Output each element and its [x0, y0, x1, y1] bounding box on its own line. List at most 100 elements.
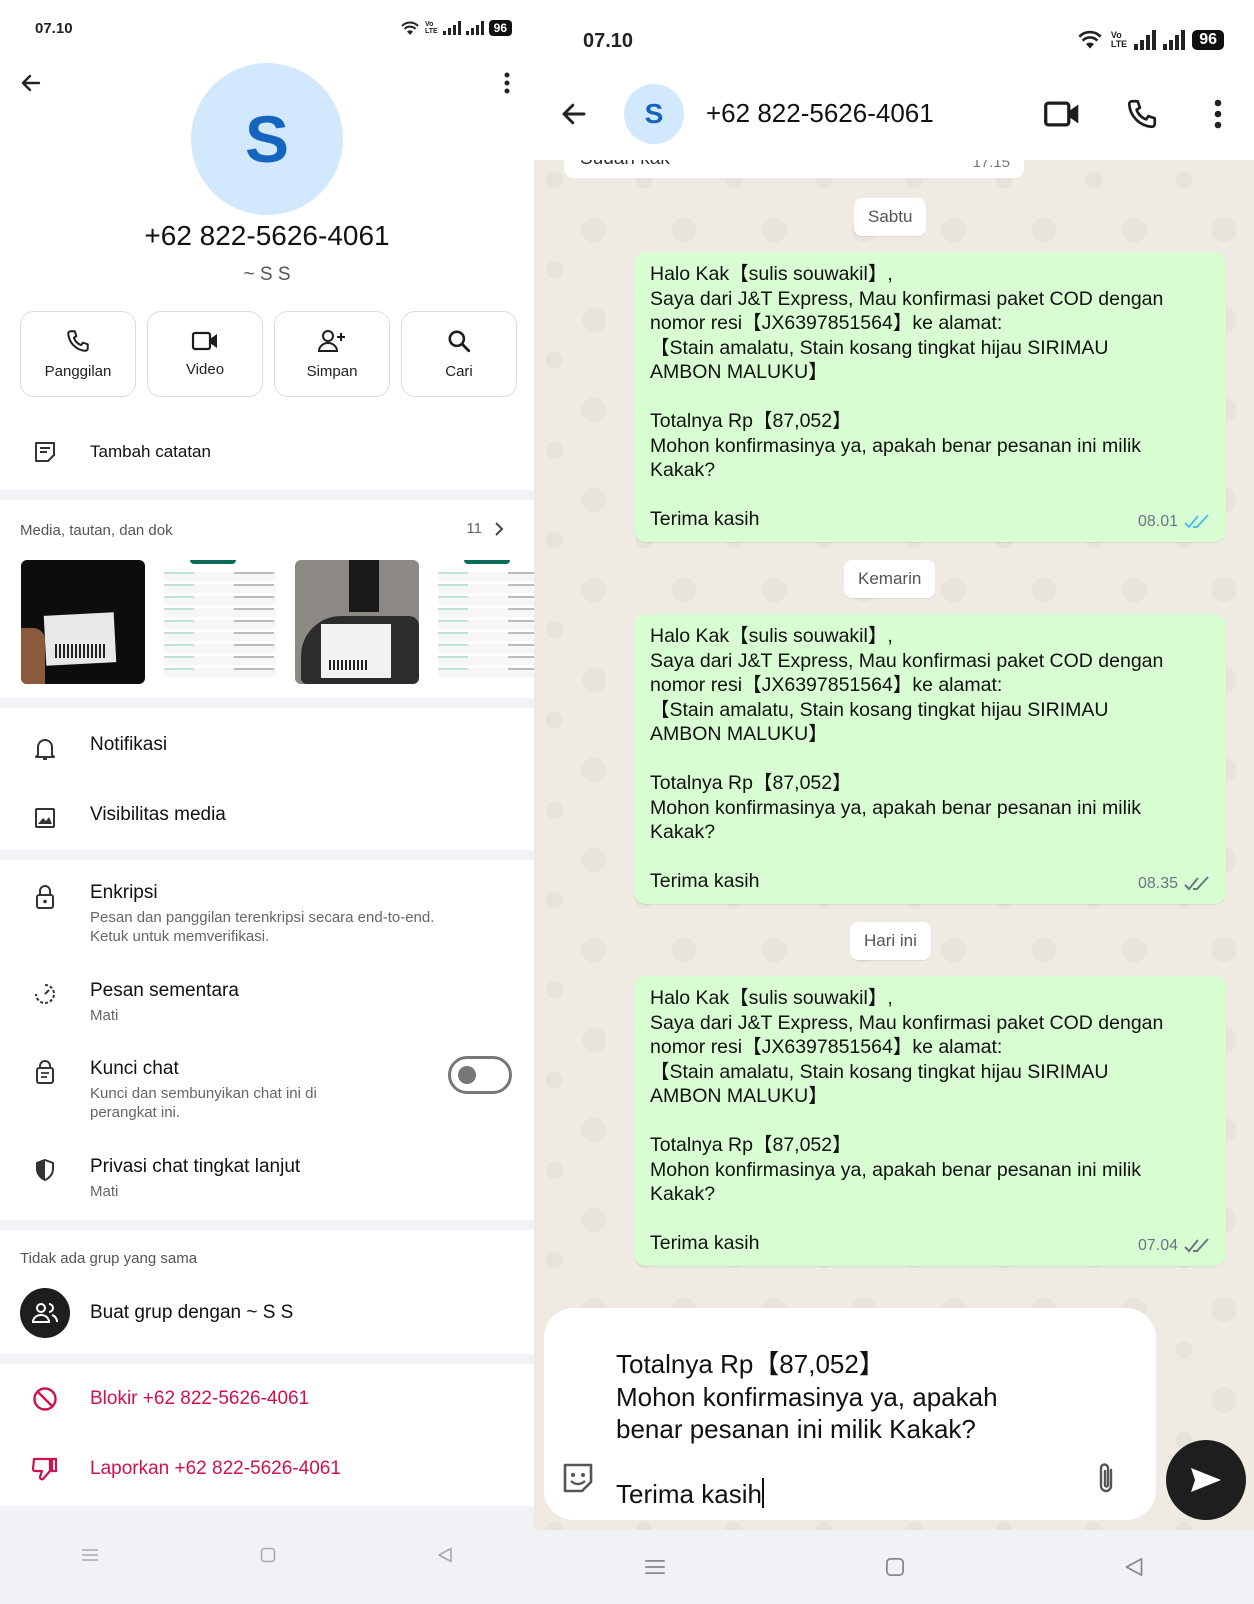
wifi-icon: [401, 21, 419, 35]
status-time: 07.10: [35, 20, 73, 37]
previous-message-bubble[interactable]: Sudah kak 17.15: [564, 160, 1024, 178]
home-nav-icon[interactable]: [885, 1557, 905, 1577]
system-nav-buttons: [534, 1530, 1254, 1604]
back-button[interactable]: [14, 66, 48, 100]
search-action-button[interactable]: Cari: [401, 311, 517, 397]
chat-screen: 07.10 Vo LTE 96 S +62 822-5626-4061 17.1…: [534, 0, 1254, 1604]
recents-nav-icon[interactable]: [81, 1548, 99, 1562]
disappearing-messages-row[interactable]: Pesan sementara Mati: [0, 980, 534, 1025]
advanced-privacy-status: Mati: [90, 1183, 119, 1200]
media-thumbnail[interactable]: [295, 560, 419, 684]
chat-contact-name[interactable]: +62 822-5626-4061: [706, 98, 934, 129]
advanced-privacy-title: Privasi chat tingkat lanjut: [90, 1156, 301, 1177]
send-button[interactable]: [1166, 1440, 1246, 1520]
notifications-row[interactable]: Notifikasi: [0, 734, 534, 762]
screenshot-root: 07.10 Vo LTE 96 S +62 822-5626-4061 ~ S S: [0, 0, 1254, 1604]
media-thumbnails: [21, 560, 534, 684]
danger-section: Blokir +62 822-5626-4061 Laporkan +62 82…: [0, 1364, 534, 1506]
add-contact-icon: [317, 330, 345, 352]
delivered-ticks-icon: [1184, 876, 1209, 891]
back-nav-icon[interactable]: [1124, 1557, 1144, 1577]
media-thumbnail[interactable]: [432, 560, 534, 684]
create-group-row[interactable]: Buat grup dengan ~ S S: [20, 1288, 293, 1338]
message-meta: 08.35: [1138, 872, 1212, 897]
draft-text: Totalnya Rp【87,052】 Mohon konfirmasinya …: [616, 1349, 998, 1509]
voice-call-button[interactable]: [1122, 94, 1162, 134]
chat-avatar[interactable]: S: [624, 84, 684, 144]
back-nav-icon[interactable]: [437, 1547, 453, 1563]
bell-icon: [35, 739, 55, 760]
sticker-icon: [563, 1463, 593, 1493]
contact-info-screen: 07.10 Vo LTE 96 S +62 822-5626-4061 ~ S S: [0, 0, 534, 1604]
chat-header: S +62 822-5626-4061: [534, 76, 1254, 160]
block-contact-row[interactable]: Blokir +62 822-5626-4061: [0, 1386, 534, 1412]
thumbs-down-icon: [31, 1457, 58, 1481]
media-visibility-row[interactable]: Visibilitas media: [0, 804, 534, 830]
shield-icon: [36, 1158, 54, 1182]
more-options-button[interactable]: [1200, 94, 1236, 134]
media-see-all[interactable]: 11: [466, 520, 504, 537]
message-text: Halo Kak【sulis souwakil】, Saya dari J&T …: [650, 263, 1164, 530]
add-note-row[interactable]: Tambah catatan: [0, 414, 534, 490]
groups-section: Tidak ada grup yang sama Buat grup denga…: [0, 1230, 534, 1354]
message-text: Halo Kak【sulis souwakil】, Saya dari J&T …: [650, 987, 1164, 1254]
signal-2-icon: [465, 21, 484, 35]
outgoing-message-bubble[interactable]: Halo Kak【sulis souwakil】, Saya dari J&T …: [634, 976, 1226, 1266]
recents-nav-icon[interactable]: [644, 1558, 666, 1576]
lock-icon: [36, 885, 54, 909]
outgoing-message-bubble[interactable]: Halo Kak【sulis souwakil】, Saya dari J&T …: [634, 252, 1226, 542]
disappearing-status: Mati: [90, 1007, 119, 1024]
home-nav-icon[interactable]: [260, 1547, 276, 1563]
media-thumbnail[interactable]: [21, 560, 145, 684]
more-options-button[interactable]: [490, 66, 524, 100]
video-action-label: Video: [185, 361, 225, 378]
call-action-label: Panggilan: [44, 363, 112, 380]
report-contact-row[interactable]: Laporkan +62 822-5626-4061: [0, 1456, 534, 1482]
message-input[interactable]: Totalnya Rp【87,052】 Mohon konfirmasinya …: [616, 1348, 998, 1511]
disappearing-title: Pesan sementara: [90, 980, 239, 1001]
notification-section: Notifikasi Visibilitas media: [0, 708, 534, 850]
report-contact-label: Laporkan +62 822-5626-4061: [90, 1458, 341, 1479]
message-time: 08.01: [1137, 512, 1178, 530]
encryption-title: Enkripsi: [90, 882, 158, 903]
attach-button[interactable]: [1086, 1458, 1126, 1498]
date-divider: Kemarin: [844, 560, 936, 598]
save-contact-label: Simpan: [306, 363, 358, 380]
outgoing-message-bubble[interactable]: Halo Kak【sulis souwakil】, Saya dari J&T …: [634, 614, 1226, 904]
call-action-button[interactable]: Panggilan: [20, 311, 136, 397]
search-icon: [448, 330, 471, 353]
wifi-icon: [1078, 30, 1102, 49]
chat-lock-icon: [36, 1060, 54, 1084]
date-divider: Hari ini: [850, 922, 931, 960]
message-composer[interactable]: Totalnya Rp【87,052】 Mohon konfirmasinya …: [544, 1308, 1156, 1520]
media-visibility-label: Visibilitas media: [90, 804, 226, 825]
text-caret: [761, 1478, 764, 1508]
groups-heading: Tidak ada grup yang sama: [20, 1250, 198, 1267]
media-thumbnail[interactable]: [158, 560, 282, 684]
volte-icon: Vo LTE: [424, 21, 438, 35]
message-meta: 08.01: [1138, 510, 1212, 535]
signal-1-icon: [1134, 30, 1157, 50]
signal-2-icon: [1163, 30, 1186, 50]
encryption-subtitle: Pesan dan panggilan terenkripsi secara e…: [90, 909, 435, 945]
volte-icon: Vo LTE: [1110, 30, 1128, 49]
video-call-button[interactable]: [1042, 94, 1082, 134]
signal-1-icon: [442, 21, 461, 35]
add-note-label: Tambah catatan: [90, 442, 211, 461]
sticker-button[interactable]: [558, 1458, 598, 1498]
phone-icon: [1127, 99, 1157, 129]
message-time: 08.35: [1137, 874, 1178, 892]
advanced-privacy-row[interactable]: Privasi chat tingkat lanjut Mati: [0, 1156, 534, 1201]
video-icon: [1044, 101, 1079, 127]
back-button[interactable]: [554, 94, 594, 134]
save-contact-button[interactable]: Simpan: [274, 311, 390, 397]
image-icon: [35, 808, 55, 828]
timer-icon: [35, 984, 55, 1004]
contact-avatar[interactable]: S: [191, 63, 343, 215]
profile-card: S +62 822-5626-4061 ~ S S Panggilan Vide…: [0, 48, 534, 490]
chat-lock-toggle[interactable]: [448, 1056, 512, 1094]
encryption-row[interactable]: Enkripsi Pesan dan panggilan terenkripsi…: [0, 882, 534, 946]
message-meta: 07.04: [1138, 1234, 1212, 1259]
video-action-button[interactable]: Video: [147, 311, 263, 397]
status-bar: 07.10 Vo LTE 96: [0, 0, 534, 48]
